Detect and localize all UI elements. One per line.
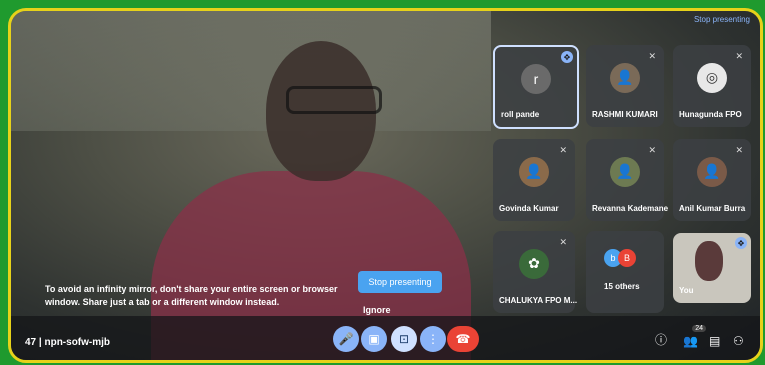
participant-tile[interactable]: r ✥ roll pande [493,45,579,129]
participant-tile[interactable]: ✿ ✕ CHALUKYA FPO M... [493,231,578,313]
activities-icon[interactable]: ⚇ [733,334,744,348]
avatar: r [521,64,551,94]
avatar: B [618,249,636,267]
participant-name: Govinda Kumar [499,204,559,213]
photo-frame: Stop presenting r ✥ roll pande 👤 ✕ RASHM… [0,0,765,365]
reflection-glasses [286,86,382,114]
bottom-control-bar: 47 | npn-sofw-mjb 🎤 ▣ ⊡ ⋮ ☎ ⓘ 👥 24 ▤ ⚇ [11,316,760,360]
end-call-button[interactable]: ☎ [447,326,479,352]
mic-off-icon: ✕ [648,51,656,61]
avatar: ◎ [697,62,727,93]
avatar: 👤 [610,156,640,187]
infinity-mirror-warning: To avoid an infinity mirror, don't share… [45,284,338,307]
mic-off-icon: ✕ [559,237,567,247]
chat-icon[interactable]: ▤ [709,334,720,348]
mic-off-icon: ✕ [648,145,656,155]
info-icon[interactable]: ⓘ [655,331,667,348]
mic-off-icon: ✕ [559,145,567,155]
mic-off-icon: ✕ [735,51,743,61]
participant-name: CHALUKYA FPO M... [499,296,578,305]
participant-name: roll pande [501,110,540,119]
reflection-background [11,11,491,131]
present-icon[interactable]: ⊡ [391,326,417,352]
self-view-tile[interactable]: ✥ You [673,233,751,303]
meeting-screen: Stop presenting r ✥ roll pande 👤 ✕ RASHM… [8,8,763,363]
participant-name: You [679,286,694,295]
camera-icon[interactable]: ▣ [361,326,387,352]
participant-name: Anil Kumar Burra [679,204,746,213]
participant-name: Revanna Kademane [592,204,669,213]
others-count: 15 others [604,282,640,291]
avatar: 👤 [519,156,549,187]
stop-presenting-top[interactable]: Stop presenting [694,15,750,24]
people-count-badge: 24 [692,325,706,332]
participant-tile[interactable]: ◎ ✕ Hunagunda FPO [673,45,751,127]
participant-name: Hunagunda FPO [679,110,742,119]
participant-tile[interactable]: 👤 ✕ Revanna Kademane [586,139,668,221]
avatar: 👤 [697,156,727,187]
participant-tile[interactable]: 👤 ✕ Anil Kumar Burra [673,139,751,221]
ignore-button[interactable]: Ignore [363,305,391,315]
more-options-icon[interactable]: ⋮ [420,326,446,352]
self-video [695,241,723,281]
participant-tile[interactable]: 👤 ✕ Govinda Kumar [493,139,575,221]
stop-presenting-button[interactable]: Stop presenting [358,271,442,293]
avatar: ✿ [519,248,549,279]
pin-icon[interactable]: ✥ [561,51,573,63]
others-tile[interactable]: b B 15 others [586,231,664,313]
people-icon[interactable]: 👥 [683,334,698,348]
mic-off-icon: ✕ [735,145,743,155]
avatar: 👤 [610,62,640,93]
participant-tile[interactable]: 👤 ✕ RASHMI KUMARI [586,45,664,127]
meeting-info: 47 | npn-sofw-mjb [25,337,111,348]
participant-name: RASHMI KUMARI [592,110,658,119]
microphone-icon[interactable]: 🎤 [333,326,359,352]
pin-icon[interactable]: ✥ [735,237,747,249]
